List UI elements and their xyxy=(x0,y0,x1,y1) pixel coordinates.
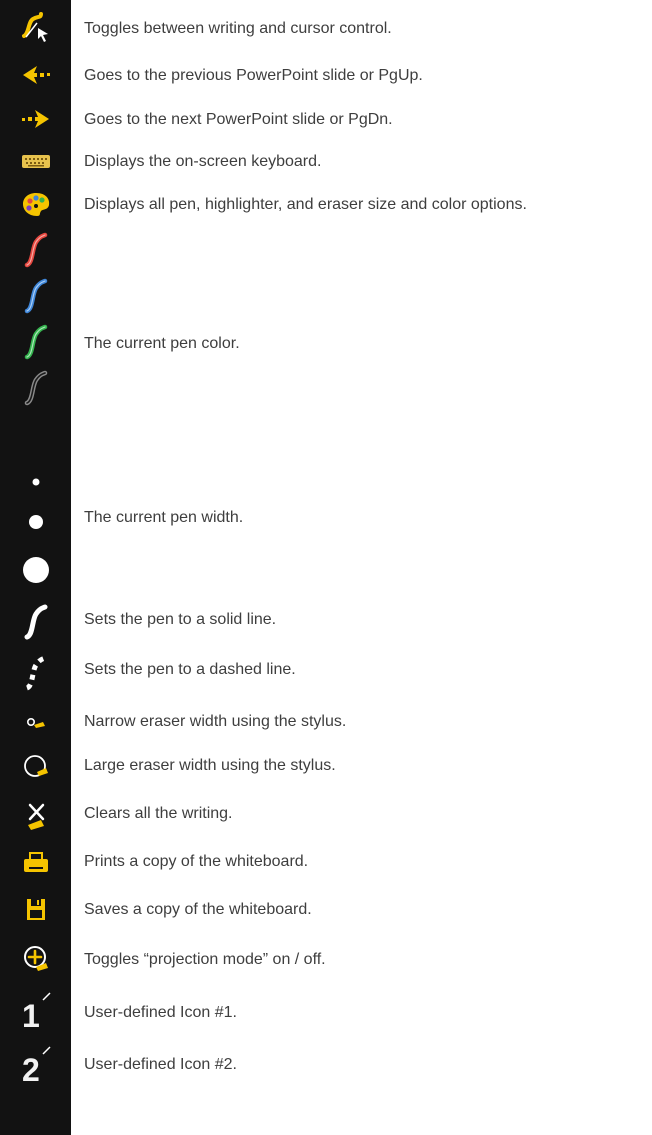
pen-color-blue-icon[interactable] xyxy=(0,274,71,318)
palette-icon[interactable] xyxy=(0,186,71,222)
pen-width-medium-icon[interactable] xyxy=(0,504,71,540)
pen-color-gray-icon[interactable] xyxy=(0,366,71,410)
toolbar-strip: 1 2 xyxy=(0,0,71,1135)
description-save: Saves a copy of the whiteboard. xyxy=(84,901,312,918)
writing-cursor-toggle-icon[interactable] xyxy=(0,8,71,46)
clear-all-icon[interactable] xyxy=(0,794,71,838)
dashed-line-icon[interactable] xyxy=(0,650,71,696)
pen-width-small-icon[interactable] xyxy=(0,464,71,500)
description-user-icon-1: User-defined Icon #1. xyxy=(84,1004,237,1021)
description-palette: Displays all pen, highlighter, and erase… xyxy=(84,196,527,213)
description-writing-cursor-toggle: Toggles between writing and cursor contr… xyxy=(84,20,392,37)
large-eraser-icon[interactable] xyxy=(0,745,71,789)
previous-arrow-icon[interactable] xyxy=(0,58,71,92)
solid-line-icon[interactable] xyxy=(0,598,71,646)
pen-color-red-icon[interactable] xyxy=(0,228,71,272)
description-keyboard: Displays the on-screen keyboard. xyxy=(84,153,322,170)
print-icon[interactable] xyxy=(0,842,71,886)
user-icon-1-label: 1 xyxy=(22,998,40,1034)
description-solid-line: Sets the pen to a solid line. xyxy=(84,611,277,628)
next-arrow-icon[interactable] xyxy=(0,102,71,136)
description-print: Prints a copy of the whiteboard. xyxy=(84,853,309,870)
narrow-eraser-icon[interactable] xyxy=(0,705,71,741)
user-icon-2-label: 2 xyxy=(22,1052,40,1088)
description-clear-all: Clears all the writing. xyxy=(84,805,233,822)
description-dashed-line: Sets the pen to a dashed line. xyxy=(84,661,296,678)
save-icon[interactable] xyxy=(0,888,71,932)
description-projection-mode: Toggles “projection mode” on / off. xyxy=(84,951,326,968)
user-icon-2[interactable]: 2 xyxy=(0,1040,71,1090)
description-narrow-eraser: Narrow eraser width using the stylus. xyxy=(84,713,347,730)
user-icon-1[interactable]: 1 xyxy=(0,986,71,1036)
description-large-eraser: Large eraser width using the stylus. xyxy=(84,757,336,774)
description-user-icon-2: User-defined Icon #2. xyxy=(84,1056,237,1073)
pen-color-green-icon[interactable] xyxy=(0,320,71,364)
projection-mode-icon[interactable] xyxy=(0,936,71,982)
description-pen-color: The current pen color. xyxy=(84,335,240,352)
description-pen-width: The current pen width. xyxy=(84,509,244,526)
description-next-slide: Goes to the next PowerPoint slide or PgD… xyxy=(84,111,393,128)
keyboard-icon[interactable] xyxy=(0,144,71,178)
pen-width-large-icon[interactable] xyxy=(0,548,71,592)
description-previous-slide: Goes to the previous PowerPoint slide or… xyxy=(84,67,423,84)
